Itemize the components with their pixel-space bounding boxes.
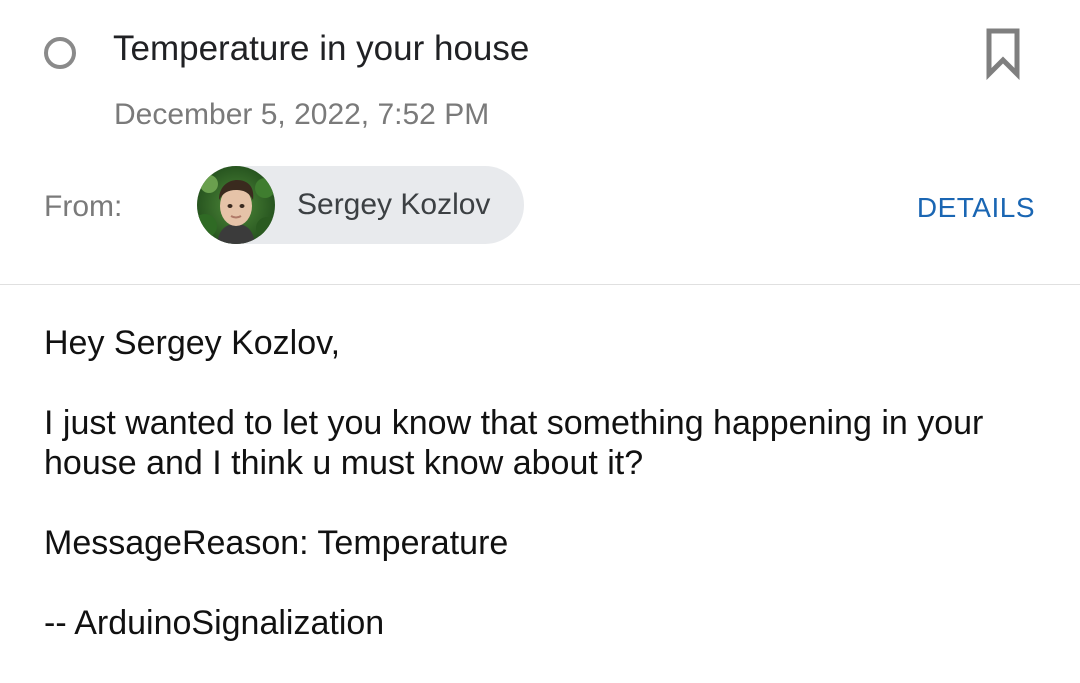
bookmark-icon[interactable]	[984, 26, 1022, 81]
read-status-circle-icon[interactable]	[44, 37, 76, 69]
message-subject: Temperature in your house	[113, 29, 530, 68]
body-greeting: Hey Sergey Kozlov,	[44, 324, 341, 362]
divider	[0, 284, 1080, 285]
sender-name: Sergey Kozlov	[297, 188, 491, 221]
avatar	[197, 166, 275, 244]
message-header: Temperature in your house December 5, 20…	[0, 0, 1080, 284]
from-label: From:	[44, 190, 123, 223]
message-body: Hey Sergey Kozlov, I just wanted to let …	[44, 323, 1044, 683]
message-date: December 5, 2022, 7:52 PM	[114, 98, 490, 131]
details-link[interactable]: DETAILS	[917, 190, 1035, 226]
body-paragraph: I just wanted to let you know that somet…	[44, 404, 984, 482]
body-reason: MessageReason: Temperature	[44, 524, 509, 562]
body-signature: -- ArduinoSignalization	[44, 604, 385, 642]
sender-chip[interactable]: Sergey Kozlov	[197, 166, 525, 244]
